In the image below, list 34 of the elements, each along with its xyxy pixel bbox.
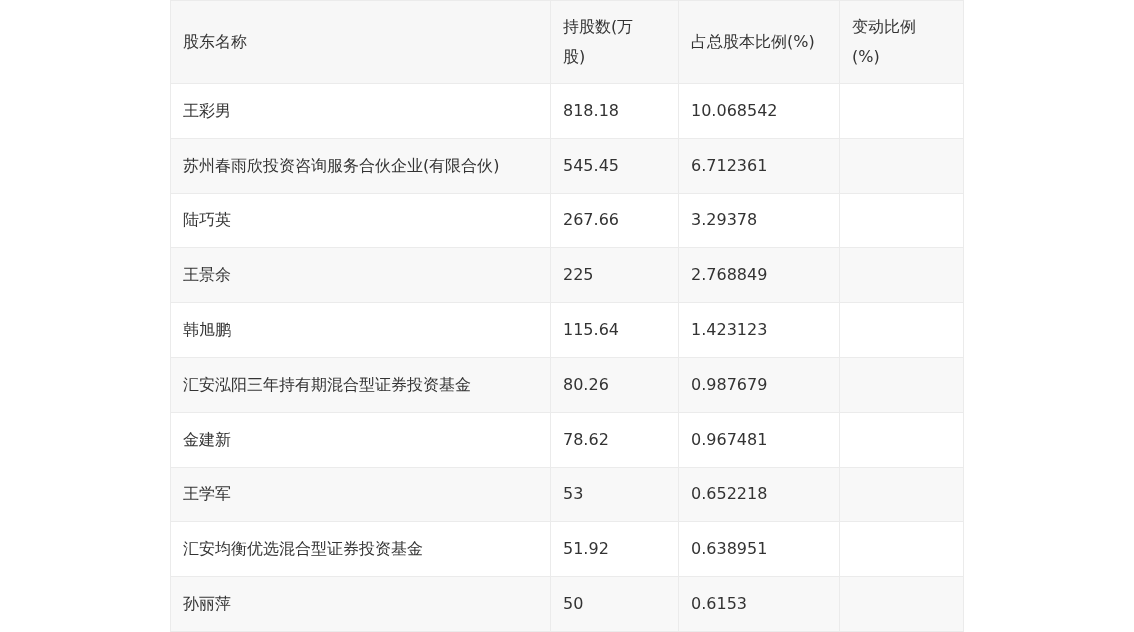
table-cell: 韩旭鹏 bbox=[170, 302, 551, 358]
table-cell: 陆巧英 bbox=[170, 193, 551, 248]
table-cell: 1.423123 bbox=[678, 302, 840, 358]
table-cell: 545.45 bbox=[550, 138, 679, 194]
table-cell: 10.068542 bbox=[678, 83, 840, 139]
table-cell: 225 bbox=[550, 247, 679, 303]
table-cell: 王学军 bbox=[170, 467, 551, 522]
table-cell: 6.712361 bbox=[678, 138, 840, 194]
table-cell: 王彩男 bbox=[170, 83, 551, 139]
table-cell: 50 bbox=[550, 576, 679, 632]
table-cell: 苏州春雨欣投资咨询服务合伙企业(有限合伙) bbox=[170, 138, 551, 194]
table-cell: 汇安泓阳三年持有期混合型证券投资基金 bbox=[170, 357, 551, 413]
table-cell: 0.967481 bbox=[678, 412, 840, 468]
table-cell: 2.768849 bbox=[678, 247, 840, 303]
table-cell: 51.92 bbox=[550, 521, 679, 577]
column-header: 持股数(万股) bbox=[550, 0, 679, 84]
table-cell: 78.62 bbox=[550, 412, 679, 468]
column-header: 变动比例(%) bbox=[839, 0, 964, 84]
table-cell: 53 bbox=[550, 467, 679, 522]
column-header: 股东名称 bbox=[170, 0, 551, 84]
table-cell: 80.26 bbox=[550, 357, 679, 413]
table-cell: 0.638951 bbox=[678, 521, 840, 577]
table-cell: 孙丽萍 bbox=[170, 576, 551, 632]
table-cell: 王景余 bbox=[170, 247, 551, 303]
column-header: 占总股本比例(%) bbox=[678, 0, 840, 84]
table-cell: 0.652218 bbox=[678, 467, 840, 522]
table-cell: 3.29378 bbox=[678, 193, 840, 248]
table-cell: 115.64 bbox=[550, 302, 679, 358]
table-cell: 818.18 bbox=[550, 83, 679, 139]
table-cell: 金建新 bbox=[170, 412, 551, 468]
table-cell: 0.6153 bbox=[678, 576, 840, 632]
table-cell: 267.66 bbox=[550, 193, 679, 248]
table-cell: 汇安均衡优选混合型证券投资基金 bbox=[170, 521, 551, 577]
table-cell: 0.987679 bbox=[678, 357, 840, 413]
